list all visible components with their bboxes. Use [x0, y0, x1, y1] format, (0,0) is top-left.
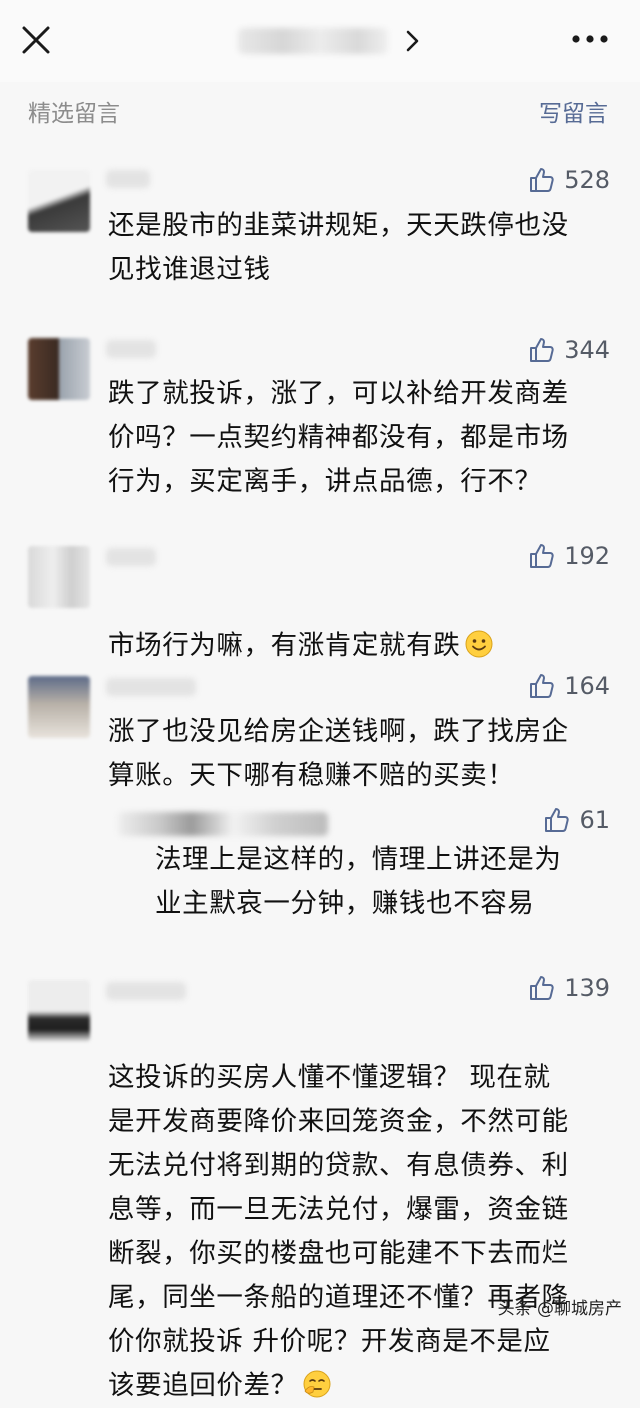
like-count: 139 — [564, 974, 610, 1002]
comment-text: 涨了也没见给房企送钱啊，跌了找房企 算账。天下哪有稳赚不赔的买卖！ — [108, 716, 569, 791]
more-button[interactable] — [568, 28, 612, 50]
comment-item: 192 市场行为嘛，有涨肯定就有跌 — [0, 536, 640, 661]
avatar[interactable] — [28, 980, 90, 1042]
comment-text: 这投诉的买房人懂不懂逻辑？ 现在就 是开发商要降价来回笼资金，不然可能 无法兑付… — [108, 1012, 569, 1408]
facepalm-emoji-icon — [303, 1370, 331, 1398]
like-button[interactable]: 139 — [528, 974, 610, 1002]
comment-item: 528 还是股市的韭菜讲规矩，天天跌停也没 见找谁退过钱 — [0, 160, 640, 310]
thumbs-up-icon — [530, 338, 554, 362]
username-blurred[interactable] — [106, 982, 186, 1000]
username-blurred[interactable] — [106, 548, 156, 566]
smile-emoji-icon — [465, 630, 493, 658]
like-button[interactable]: 344 — [528, 336, 610, 364]
avatar[interactable] — [28, 338, 90, 400]
article-title-blurred[interactable] — [238, 28, 388, 54]
comment-text: 还是股市的韭菜讲规矩，天天跌停也没 见找谁退过钱 — [108, 210, 569, 285]
thumbs-up-icon — [530, 168, 554, 192]
reply-item: 61 法理上是这样的，情理上讲还是为 业主默哀一分钟，赚钱也不容易 — [0, 800, 640, 930]
write-comment-link[interactable]: 写留言 — [539, 94, 608, 128]
like-button[interactable]: 192 — [528, 542, 610, 570]
thumbs-up-icon — [530, 544, 554, 568]
avatar[interactable] — [28, 676, 90, 738]
top-bar — [0, 0, 640, 82]
like-button[interactable]: 528 — [528, 166, 610, 194]
like-button[interactable]: 164 — [528, 672, 610, 700]
like-count: 528 — [564, 166, 610, 194]
comment-text-body: 这投诉的买房人懂不懂逻辑？ 现在就 是开发商要降价来回笼资金，不然可能 无法兑付… — [108, 1062, 569, 1401]
like-count: 164 — [564, 672, 610, 700]
like-count: 344 — [564, 336, 610, 364]
like-count: 61 — [579, 806, 610, 834]
close-icon — [22, 26, 50, 54]
comments-section-header: 精选留言 写留言 — [0, 84, 640, 136]
username-blurred[interactable] — [106, 170, 150, 188]
like-button[interactable]: 61 — [543, 806, 610, 834]
thumbs-up-icon — [545, 808, 570, 832]
avatar[interactable] — [28, 546, 90, 608]
thumbs-up-icon — [530, 674, 554, 698]
comment-text: 跌了就投诉，涨了，可以补给开发商差 价吗？一点契约精神都没有，都是市场 行为，买… — [108, 378, 569, 497]
comment-item: 164 涨了也没见给房企送钱啊，跌了找房企 算账。天下哪有稳赚不赔的买卖！ — [0, 666, 640, 796]
comment-item: 344 跌了就投诉，涨了，可以补给开发商差 价吗？一点契约精神都没有，都是市场 … — [0, 328, 640, 528]
reply-username-blurred[interactable] — [118, 812, 328, 836]
watermark: 头条 @聊城房产 — [497, 1299, 622, 1319]
reply-text: 法理上是这样的，情理上讲还是为 业主默哀一分钟，赚钱也不容易 — [155, 844, 562, 919]
comment-text-body: 市场行为嘛，有涨肯定就有跌 — [108, 630, 461, 661]
thumbs-up-icon — [530, 976, 554, 1000]
section-title: 精选留言 — [28, 101, 120, 127]
more-dots-icon — [572, 35, 608, 43]
username-blurred[interactable] — [106, 340, 156, 358]
close-button[interactable] — [18, 22, 54, 58]
avatar[interactable] — [28, 170, 90, 232]
comment-item: 139 这投诉的买房人懂不懂逻辑？ 现在就 是开发商要降价来回笼资金，不然可能 … — [0, 968, 640, 1401]
comment-text: 市场行为嘛，有涨肯定就有跌 — [108, 580, 494, 668]
username-blurred[interactable] — [106, 678, 196, 696]
chevron-right-icon[interactable] — [402, 26, 424, 56]
like-count: 192 — [564, 542, 610, 570]
